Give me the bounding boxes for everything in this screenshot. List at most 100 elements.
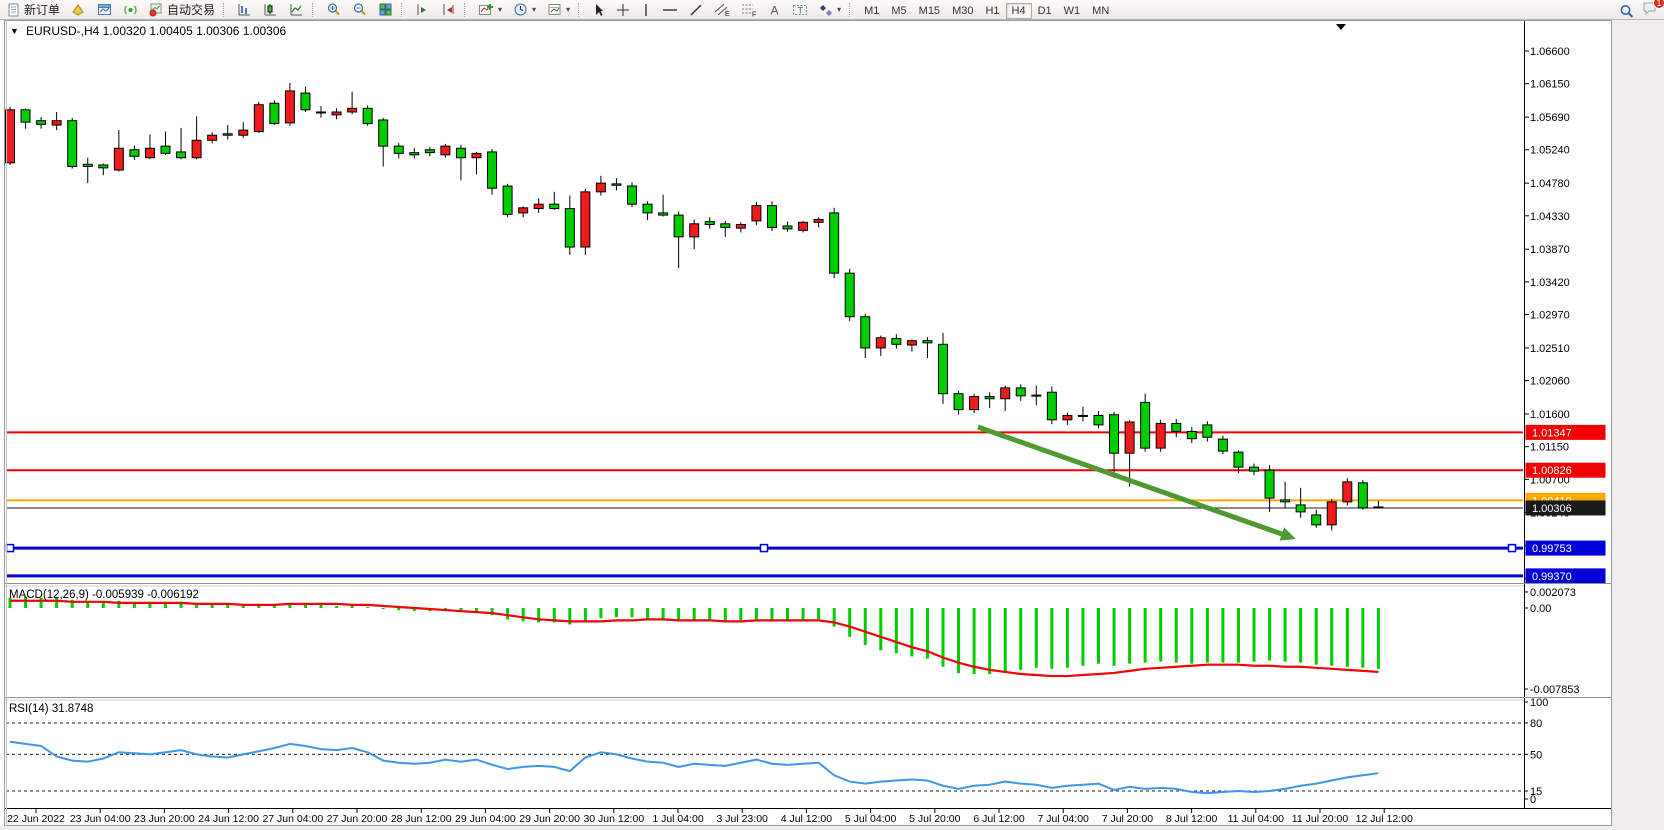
- svg-text:F: F: [752, 12, 756, 18]
- auto-trading-icon: [149, 2, 164, 17]
- symbol-dropdown-icon[interactable]: ▼: [10, 26, 19, 36]
- channel-tool-button[interactable]: E: [709, 1, 735, 19]
- candle-body: [503, 186, 512, 214]
- candle-body: [705, 222, 714, 225]
- rsi-axis-label: 100: [1530, 697, 1548, 709]
- svg-text:A: A: [771, 3, 779, 17]
- candle-body: [317, 112, 326, 113]
- fibonacci-tool-button[interactable]: F: [736, 1, 762, 19]
- candle-body: [425, 150, 434, 153]
- data-window-button[interactable]: [92, 1, 117, 19]
- templates-button[interactable]: ▾: [542, 1, 575, 19]
- candle-body: [565, 209, 574, 247]
- line-price-label: 1.01347: [1532, 427, 1572, 439]
- timeframe-M15[interactable]: M15: [913, 3, 946, 19]
- time-label: 11 Jul 04:00: [1228, 813, 1285, 825]
- candle-body: [83, 164, 92, 166]
- candle-body: [1063, 415, 1072, 419]
- candle-body: [1312, 515, 1321, 525]
- candle-body: [830, 213, 839, 273]
- candle-body: [68, 121, 77, 167]
- text-label-tool-button[interactable]: T: [787, 1, 813, 19]
- timeframe-M30[interactable]: M30: [946, 3, 979, 19]
- cursor-tool-button[interactable]: [587, 1, 610, 19]
- mt4-window: 新订单 自动交易 ▾ ▾ ▾: [0, 0, 1664, 830]
- bar-chart-button[interactable]: [232, 1, 257, 19]
- zoom-in-button[interactable]: [321, 1, 346, 19]
- arrows-icon: [819, 3, 833, 17]
- vertical-line-tool-button[interactable]: [636, 1, 656, 19]
- timeframe-D1[interactable]: D1: [1032, 3, 1058, 19]
- time-label: 11 Jul 20:00: [1292, 813, 1349, 825]
- time-label: 5 Jul 20:00: [909, 813, 961, 825]
- candle-body: [161, 146, 170, 153]
- timeframe-M1[interactable]: M1: [858, 3, 885, 19]
- zoom-out-button[interactable]: [347, 1, 372, 19]
- candle-body: [223, 134, 232, 135]
- arrows-tool-button[interactable]: ▾: [814, 1, 846, 19]
- candle-body: [410, 153, 419, 155]
- candle-body: [643, 204, 652, 213]
- candle-body: [208, 135, 217, 140]
- search-icon[interactable]: [1619, 4, 1634, 19]
- candlestick-chart-button[interactable]: [258, 1, 283, 19]
- notifications-button[interactable]: 1: [1642, 1, 1658, 21]
- candle-body: [301, 93, 310, 110]
- line-chart-button[interactable]: [284, 1, 309, 19]
- rsi-label: RSI(14) 31.8748: [9, 703, 93, 715]
- candle-body: [177, 152, 186, 158]
- chevron-down-icon: ▾: [837, 5, 841, 14]
- candle-body: [52, 121, 61, 125]
- price-tick-label: 1.04330: [1530, 211, 1570, 223]
- chart-shift-button[interactable]: [436, 1, 461, 19]
- line-handle[interactable]: [1509, 545, 1516, 552]
- new-order-button[interactable]: 新订单: [2, 1, 65, 19]
- timeframe-MN[interactable]: MN: [1086, 3, 1115, 19]
- line-handle[interactable]: [761, 545, 768, 552]
- time-label: 29 Jun 20:00: [519, 813, 580, 825]
- price-tick-label: 1.02060: [1530, 376, 1570, 388]
- time-label: 28 Jun 12:00: [391, 813, 452, 825]
- rsi-axis-label: 50: [1530, 749, 1542, 761]
- signals-button[interactable]: [118, 1, 143, 19]
- trendline-tool-button[interactable]: [684, 1, 708, 19]
- svg-text:E: E: [725, 11, 730, 17]
- time-label: 27 Jun 20:00: [327, 813, 388, 825]
- auto-trading-button[interactable]: 自动交易: [144, 1, 220, 19]
- bar-chart-icon: [237, 2, 252, 17]
- chevron-down-icon: ▾: [498, 5, 502, 14]
- text-tool-button[interactable]: A: [763, 1, 786, 19]
- time-label: 5 Jul 04:00: [845, 813, 897, 825]
- indicators-button[interactable]: ▾: [473, 1, 507, 19]
- timeframe-H1[interactable]: H1: [979, 3, 1005, 19]
- auto-trading-label: 自动交易: [167, 1, 215, 18]
- window-margin-bottom: [0, 826, 1664, 830]
- chart-canvas[interactable]: 1.066001.061501.056901.052401.047801.043…: [0, 20, 1664, 830]
- new-order-label: 新订单: [24, 1, 60, 18]
- periods-button[interactable]: ▾: [508, 1, 541, 19]
- line-handle[interactable]: [7, 545, 14, 552]
- timeframe-W1[interactable]: W1: [1058, 3, 1087, 19]
- tile-windows-icon: [378, 2, 393, 17]
- candle-body: [379, 120, 388, 146]
- macd-axis-label: 0.00: [1530, 603, 1551, 615]
- price-tick-label: 1.06600: [1530, 46, 1570, 58]
- market-watch-button[interactable]: [66, 1, 91, 19]
- window-margin: [1612, 20, 1664, 830]
- auto-scroll-button[interactable]: [410, 1, 435, 19]
- horizontal-line-tool-button[interactable]: [657, 1, 683, 19]
- timeframe-H4[interactable]: H4: [1006, 3, 1032, 19]
- market-watch-icon: [71, 2, 86, 17]
- candle-body: [1281, 500, 1290, 502]
- candle-body: [239, 130, 248, 135]
- candle-body: [1187, 431, 1196, 438]
- candle-body: [99, 165, 108, 168]
- tile-windows-button[interactable]: [373, 1, 398, 19]
- toolbar-separator: [464, 3, 470, 17]
- timeframe-M5[interactable]: M5: [885, 3, 912, 19]
- toolbar-separator: [578, 3, 584, 17]
- crosshair-tool-button[interactable]: [611, 1, 635, 19]
- candle-body: [939, 344, 948, 393]
- toolbar-separator: [849, 3, 855, 17]
- timeframe-toolbar: M1M5M15M30H1H4D1W1MN: [858, 1, 1115, 19]
